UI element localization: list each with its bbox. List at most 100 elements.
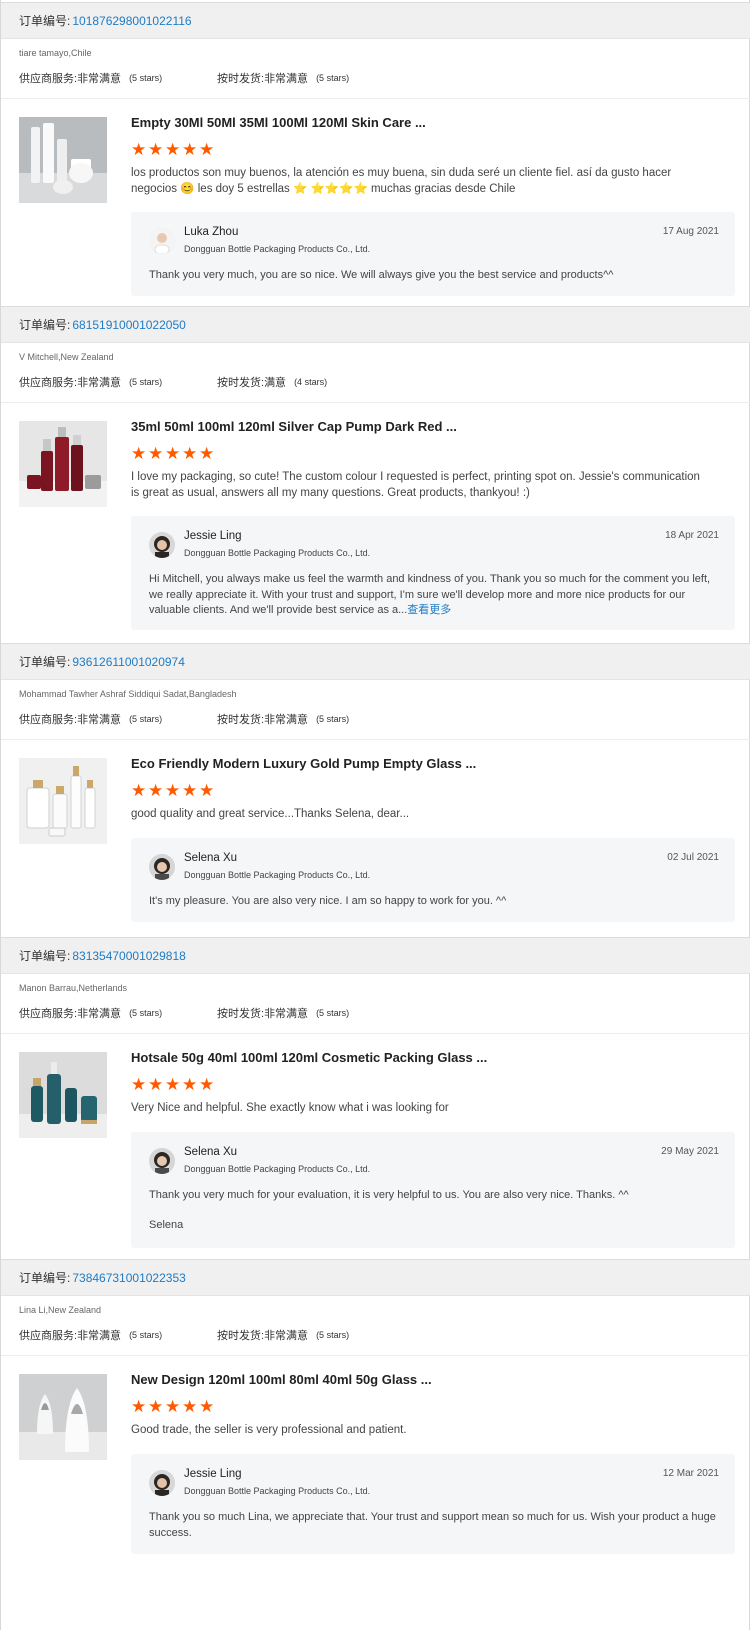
service-rating: 供应商服务: 非常满意 (5 stars) (19, 711, 217, 727)
reply-text-body: Thank you very much for your evaluation,… (149, 1189, 629, 1201)
shipping-value: 非常满意 (264, 1008, 309, 1020)
bottles-image (19, 758, 107, 844)
shipping-rating: 按时发货: 非常满意 (5 stars) (217, 70, 349, 86)
shipping-label: 按时发货: (217, 1330, 265, 1342)
star-icon: ★ (131, 1075, 147, 1095)
order-bar: 订单编号: 10187629800102211​6 (1, 2, 750, 39)
bottles-image (19, 1374, 107, 1460)
shipping-value: 非常满意 (264, 714, 309, 726)
reply-date: 17 Aug 2021 (662, 226, 719, 237)
order-label: 订单编号: (19, 949, 71, 963)
reply-text-body: Thank you so much Lina, we appreciate th… (149, 1511, 716, 1539)
reply-text: Thank you so much Lina, we appreciate th… (149, 1510, 717, 1541)
reply-author: Jessie Ling (184, 530, 242, 542)
product-thumbnail[interactable] (19, 1052, 107, 1138)
supplier-ratings: 供应商服务: 非常满意 (5 stars) 按时发货: 非常满意 (5 star… (19, 711, 750, 727)
product-title-link[interactable]: Empty 30Ml 50Ml 35Ml 100Ml 120Ml Skin Ca… (131, 115, 426, 130)
shipping-label: 按时发货: (217, 714, 265, 726)
star-icon: ★ (182, 140, 198, 160)
reply-text-body: Thank you very much, you are so nice. We… (149, 269, 614, 281)
star-icon: ★ (182, 1397, 198, 1417)
product-review: 35ml 50ml 100ml 120ml Silver Cap Pump Da… (1, 403, 750, 644)
avatar (149, 228, 175, 254)
shipping-rating: 按时发货: 非常满意 (5 stars) (217, 1005, 349, 1021)
review-comment: I love my packaging, so cute! The custom… (131, 471, 700, 499)
reply-date: 02 Jul 2021 (667, 852, 719, 863)
order-number-link[interactable]: 68151910001022050 (72, 318, 185, 332)
bottles-image (19, 421, 107, 507)
star-icon: ★ (199, 1075, 215, 1095)
service-value: 非常满意 (77, 73, 122, 85)
avatar (149, 1148, 175, 1174)
product-title-link[interactable]: New Design 120ml 100ml 80ml 40ml 50g Gla… (131, 1372, 432, 1387)
review-card: 订单编号: 83135470001029818 Manon Barrau,Net… (1, 937, 750, 1258)
star-icon: ★ (131, 1397, 147, 1417)
shipping-rating: 按时发货: 非常满意 (5 stars) (217, 1327, 349, 1343)
shipping-label: 按时发货: (217, 377, 265, 389)
order-bar: 订单编号: 73846731001022353 (1, 1259, 750, 1296)
star-icon: ★ (131, 140, 147, 160)
bottles-image (19, 117, 107, 203)
bottles-image (19, 1052, 107, 1138)
supplier-ratings: 供应商服务: 非常满意 (5 stars) 按时发货: 非常满意 (5 star… (19, 1327, 750, 1343)
service-value: 非常满意 (77, 1330, 122, 1342)
star-icon: ★ (148, 1397, 164, 1417)
order-number-link[interactable]: 10187629800102211​6 (72, 14, 191, 28)
service-label: 供应商服务: (19, 1008, 78, 1020)
product-title-link[interactable]: Eco Friendly Modern Luxury Gold Pump Emp… (131, 756, 476, 771)
service-label: 供应商服务: (19, 73, 78, 85)
supplier-ratings: 供应商服务: 非常满意 (5 stars) 按时发货: 非常满意 (5 star… (19, 70, 750, 86)
buyer-info: Mohammad Tawher Ashraf Siddiqui Sadat,Ba… (1, 680, 750, 740)
shipping-stars: (4 stars) (294, 377, 328, 387)
star-icon: ★ (148, 444, 164, 464)
avatar (149, 854, 175, 880)
service-rating: 供应商服务: 非常满意 (5 stars) (19, 1327, 217, 1343)
star-icon: ★ (165, 444, 181, 464)
product-thumbnail[interactable] (19, 117, 107, 203)
rating-stars: ★ ★ ★ ★ ★ (131, 1075, 215, 1095)
service-stars: (5 stars) (129, 1008, 163, 1018)
product-title-link[interactable]: Hotsale 50g 40ml 100ml 120ml Cosmetic Pa… (131, 1050, 487, 1065)
reply-company: Dongguan Bottle Packaging Products Co., … (184, 548, 371, 558)
shipping-stars: (5 stars) (316, 73, 350, 83)
reply-company: Dongguan Bottle Packaging Products Co., … (184, 870, 371, 880)
buyer-info: V Mitchell,New Zealand 供应商服务: 非常满意 (5 st… (1, 343, 750, 403)
service-label: 供应商服务: (19, 1330, 78, 1342)
star-icon: ★ (165, 140, 181, 160)
shipping-value: 非常满意 (264, 73, 309, 85)
shipping-stars: (5 stars) (316, 1008, 350, 1018)
star-icon: ★ (148, 1075, 164, 1095)
view-more-link[interactable]: 查看更多 (407, 604, 451, 616)
reply-text-body: It's my pleasure. You are also very nice… (149, 895, 507, 907)
reply-author: Selena Xu (184, 852, 238, 864)
review-card: 订单编号: 68151910001022050 V Mitchell,New Z… (1, 306, 750, 644)
reply-date: 18 Apr 2021 (665, 530, 719, 541)
service-stars: (5 stars) (129, 73, 163, 83)
shipping-rating: 按时发货: 满意 (4 stars) (217, 374, 327, 390)
review-card: 订单编号: 93612611001020974 Mohammad Tawher … (1, 643, 750, 938)
reply-author: Selena Xu (184, 1146, 238, 1158)
order-number-link[interactable]: 73846731001022353 (72, 1271, 185, 1285)
review-card: 订单编号: 73846731001022353 Lina Li,New Zeal… (1, 1259, 750, 1566)
star-icon: ★ (199, 140, 215, 160)
product-thumbnail[interactable] (19, 758, 107, 844)
reply-date: 29 May 2021 (661, 1146, 719, 1157)
order-number-link[interactable]: 93612611001020974 (72, 655, 185, 669)
avatar (149, 1470, 175, 1496)
star-icon: ★ (199, 781, 215, 801)
product-thumbnail[interactable] (19, 1374, 107, 1460)
order-bar: 订单编号: 93612611001020974 (1, 643, 750, 680)
buyer-name: Lina Li,New Zealand (19, 1305, 102, 1315)
service-rating: 供应商服务: 非常满意 (5 stars) (19, 70, 217, 86)
product-thumbnail[interactable] (19, 421, 107, 507)
order-number-link[interactable]: 83135470001029818 (72, 949, 185, 963)
rating-stars: ★ ★ ★ ★ ★ (131, 1397, 215, 1417)
service-value: 非常满意 (77, 377, 122, 389)
product-title-link[interactable]: 35ml 50ml 100ml 120ml Silver Cap Pump Da… (131, 419, 457, 434)
star-icon: ★ (199, 444, 215, 464)
rating-stars: ★ ★ ★ ★ ★ (131, 140, 215, 160)
rating-stars: ★ ★ ★ ★ ★ (131, 444, 215, 464)
star-icon: ★ (131, 781, 147, 801)
service-value: 非常满意 (77, 1008, 122, 1020)
shipping-label: 按时发货: (217, 1008, 265, 1020)
